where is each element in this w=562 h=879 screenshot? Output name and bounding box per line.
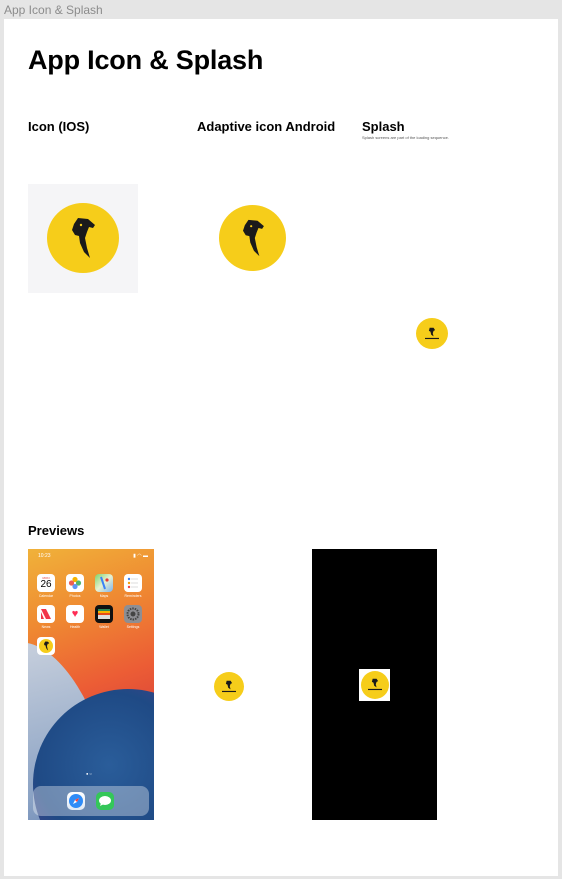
section-title-adaptive-android: Adaptive icon Android bbox=[197, 119, 336, 134]
app-label: Wallet bbox=[99, 625, 109, 629]
app-label: Reminders bbox=[124, 594, 142, 598]
dragon-head-logo-icon bbox=[72, 218, 95, 258]
status-bar-icons: ▮ ◠ ▬ bbox=[133, 553, 148, 559]
android-splash-icon-frame bbox=[359, 669, 390, 701]
page-title: App Icon & Splash bbox=[28, 45, 264, 75]
maps-app-icon[interactable] bbox=[95, 574, 113, 592]
artboard: App Icon & Splash Icon (IOS) Adaptive ic… bbox=[4, 19, 558, 876]
settings-app-icon[interactable] bbox=[124, 605, 142, 623]
dragon-wordmark-icon bbox=[222, 680, 236, 692]
splash-preview-logo bbox=[214, 672, 244, 701]
section-title-splash: Splash bbox=[362, 119, 405, 134]
app-label: News bbox=[41, 625, 51, 629]
ios-home-screen-preview: 10:23 ▮ ◠ ▬ MON 26 Calendar Photos Maps bbox=[28, 549, 154, 820]
android-adaptive-icon bbox=[219, 205, 286, 271]
calendar-app-icon[interactable]: MON 26 bbox=[37, 574, 55, 592]
calendar-day-number: 26 bbox=[40, 579, 52, 590]
dragon-wordmark-icon bbox=[367, 678, 382, 691]
splash-description: Splash screens are part of the loading s… bbox=[362, 135, 449, 140]
app-label: Maps bbox=[99, 594, 109, 598]
section-title-icon-ios: Icon (IOS) bbox=[28, 119, 90, 134]
reminders-app-icon[interactable] bbox=[124, 574, 142, 592]
custom-app-icon[interactable] bbox=[37, 637, 55, 655]
app-label: Settings bbox=[126, 625, 140, 629]
news-app-icon[interactable] bbox=[37, 605, 55, 623]
messages-app-icon[interactable] bbox=[96, 792, 114, 810]
dragon-head-logo-icon bbox=[242, 219, 264, 257]
health-app-icon[interactable]: ♥ bbox=[66, 605, 84, 623]
page-indicator: ●○ bbox=[86, 771, 93, 776]
section-title-previews: Previews bbox=[28, 523, 85, 538]
frame-label[interactable]: App Icon & Splash bbox=[4, 3, 103, 17]
app-label: Calendar bbox=[38, 594, 54, 598]
status-bar-time: 10:23 bbox=[38, 553, 51, 559]
wallet-app-icon[interactable] bbox=[95, 605, 113, 623]
safari-app-icon[interactable] bbox=[67, 792, 85, 810]
app-label: Health bbox=[69, 625, 81, 629]
android-splash-logo bbox=[360, 671, 389, 699]
dragon-head-logo-icon bbox=[43, 641, 49, 651]
dragon-wordmark-icon bbox=[425, 327, 439, 339]
dock bbox=[33, 786, 149, 816]
splash-logo bbox=[416, 318, 448, 349]
photos-app-icon[interactable] bbox=[66, 574, 84, 592]
ios-app-icon bbox=[47, 203, 119, 273]
app-label: Photos bbox=[69, 594, 81, 598]
ios-icon-tile bbox=[28, 184, 138, 293]
